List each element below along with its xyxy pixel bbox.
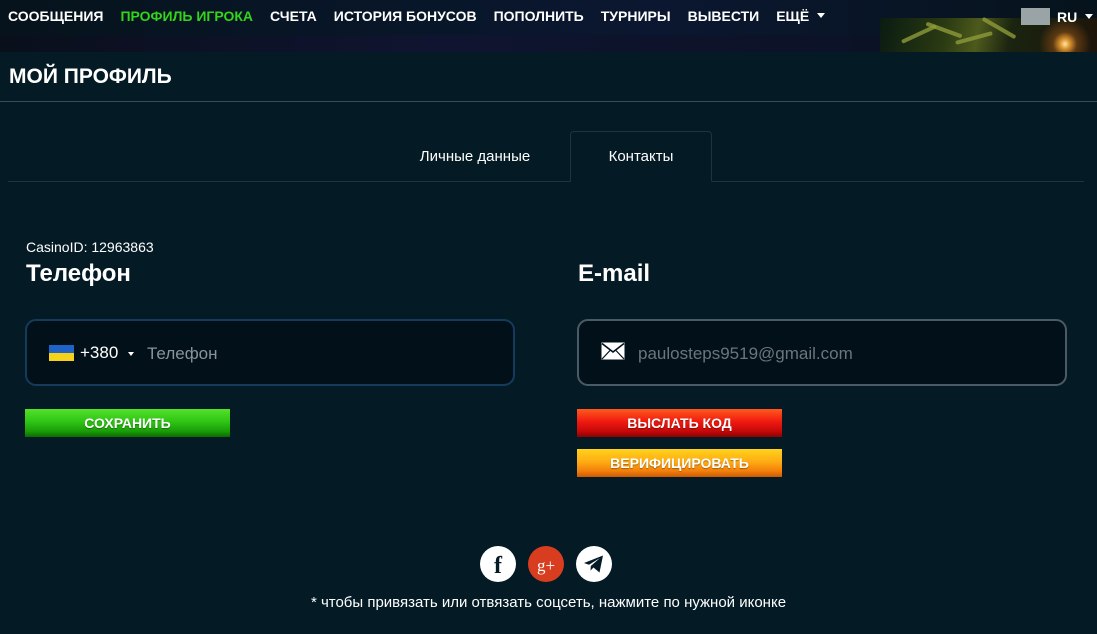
facebook-glyph: f xyxy=(494,552,502,579)
page-title: МОЙ ПРОФИЛЬ xyxy=(9,65,172,88)
chevron-down-icon xyxy=(1085,14,1094,19)
ua-flag-icon[interactable] xyxy=(49,345,74,361)
nav-more-label: ЕЩЁ xyxy=(776,8,810,24)
google-plus-glyph: g+ xyxy=(536,555,556,575)
phone-input[interactable] xyxy=(145,341,495,367)
language-label: RU xyxy=(1057,8,1078,25)
nav-item-more[interactable]: ЕЩЁ xyxy=(776,8,826,24)
main-nav: СООБЩЕНИЯ ПРОФИЛЬ ИГРОКА СЧЕТА ИСТОРИЯ Б… xyxy=(8,8,842,24)
nav-item-tournaments[interactable]: ТУРНИРЫ xyxy=(601,8,671,24)
tab-personal-data[interactable]: Личные данные xyxy=(393,131,557,182)
nav-item-bonus-history[interactable]: ИСТОРИЯ БОНУСОВ xyxy=(334,8,477,24)
language-selector[interactable]: RU xyxy=(1021,8,1094,25)
chevron-down-icon xyxy=(817,13,826,18)
telegram-icon[interactable] xyxy=(576,546,612,582)
banner-strip xyxy=(0,35,880,52)
email-input[interactable] xyxy=(636,341,1046,367)
google-plus-icon[interactable]: g+ xyxy=(528,546,564,582)
verify-button[interactable]: ВЕРИФИЦИРОВАТЬ xyxy=(577,449,782,477)
social-hint: * чтобы привязать или отвязать соцсеть, … xyxy=(310,594,787,611)
tab-contacts[interactable]: Контакты xyxy=(570,131,712,182)
telegram-glyph xyxy=(584,555,603,573)
language-flag-icon xyxy=(1021,8,1050,25)
mail-icon xyxy=(601,342,625,360)
nav-item-accounts[interactable]: СЧЕТА xyxy=(270,8,317,24)
facebook-icon[interactable]: f xyxy=(480,546,516,582)
phone-field: +380 xyxy=(25,319,515,386)
chevron-down-icon[interactable] xyxy=(128,352,134,356)
nav-item-player-profile[interactable]: ПРОФИЛЬ ИГРОКА xyxy=(120,8,253,24)
top-navigation-bar: СООБЩЕНИЯ ПРОФИЛЬ ИГРОКА СЧЕТА ИСТОРИЯ Б… xyxy=(0,0,1097,52)
nav-item-messages[interactable]: СООБЩЕНИЯ xyxy=(8,8,103,24)
title-divider xyxy=(0,101,1097,102)
email-section-title: E-mail xyxy=(578,260,651,287)
casino-id: CasinoID: 12963863 xyxy=(26,239,154,255)
phone-section-title: Телефон xyxy=(26,260,131,287)
send-code-button[interactable]: ВЫСЛАТЬ КОД xyxy=(577,409,782,437)
email-field xyxy=(577,319,1067,386)
nav-item-deposit[interactable]: ПОПОЛНИТЬ xyxy=(494,8,584,24)
nav-item-withdraw[interactable]: ВЫВЕСТИ xyxy=(688,8,760,24)
save-button[interactable]: СОХРАНИТЬ xyxy=(25,409,230,437)
dial-code-selector[interactable]: +380 xyxy=(80,343,118,363)
